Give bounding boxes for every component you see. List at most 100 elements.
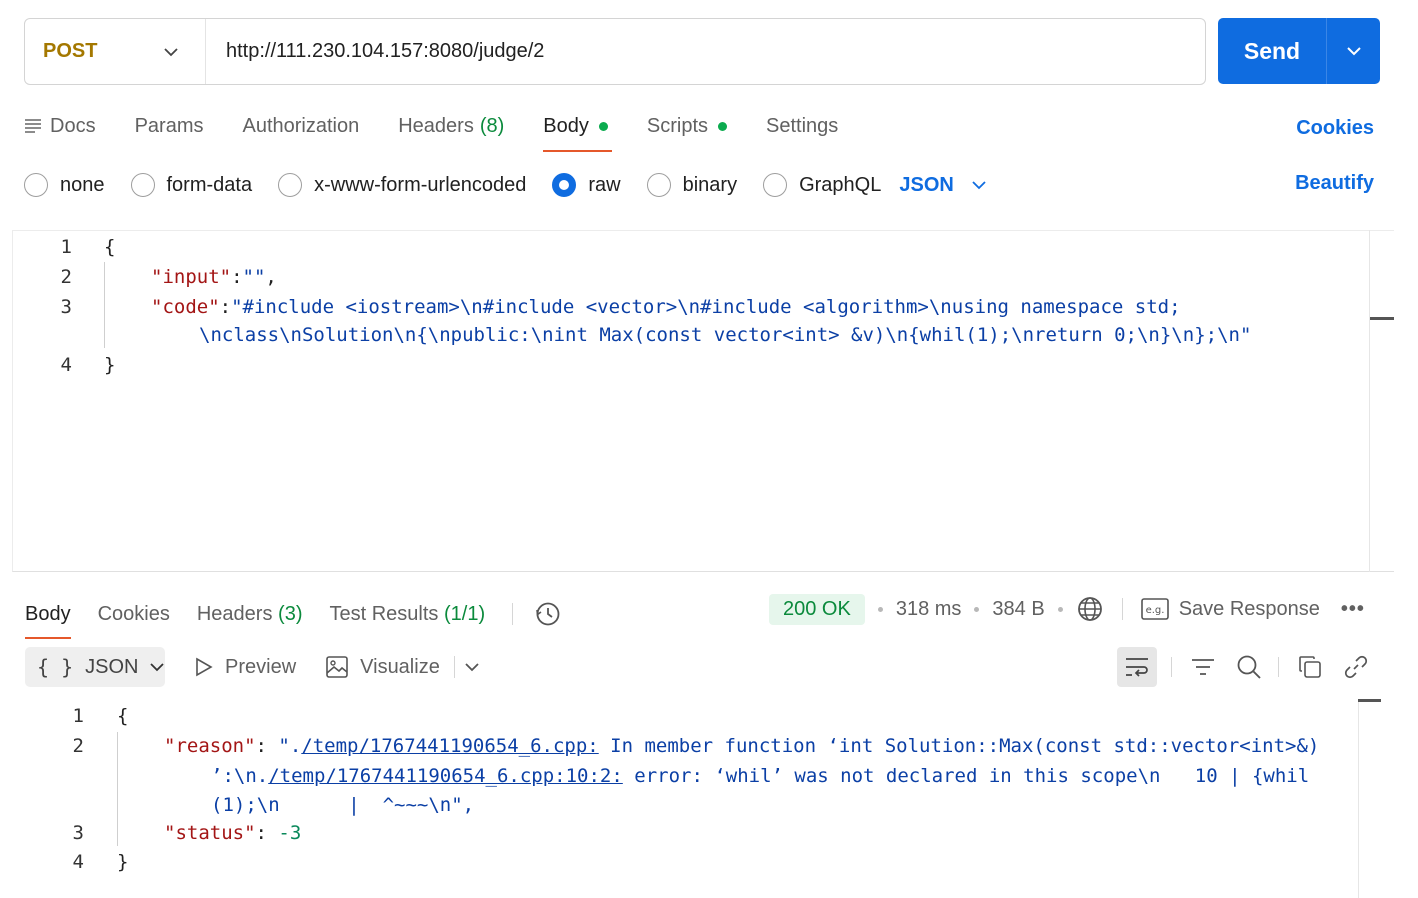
line-number: 3 [60, 296, 72, 318]
radio-urlencoded[interactable]: x-www-form-urlencoded [278, 173, 526, 197]
tab-docs[interactable]: Docs [24, 110, 96, 142]
tab-label: Settings [766, 114, 839, 137]
method-select[interactable]: POST [25, 19, 206, 84]
line-number: 1 [72, 705, 84, 727]
response-tabs: Body Cookies Headers (3) Test Results (1… [25, 594, 562, 639]
tab-test-results[interactable]: Test Results (1/1) [329, 603, 485, 626]
tab-params[interactable]: Params [135, 110, 204, 142]
docs-icon [25, 119, 41, 133]
line-number: 1 [60, 236, 72, 258]
url-bar: POST http://111.230.104.157:8080/judge/2 [24, 18, 1206, 85]
history-icon[interactable] [534, 600, 562, 628]
status-badge[interactable]: 200 OK [769, 593, 865, 625]
send-options-button[interactable] [1327, 18, 1380, 84]
cookies-link[interactable]: Cookies [1296, 117, 1374, 140]
test-results-count: (1/1) [443, 602, 486, 625]
response-scroll-marker[interactable] [1358, 699, 1381, 702]
editor-scroll-marker[interactable] [1370, 317, 1394, 320]
json-close-brace: } [117, 851, 129, 873]
radio-circle[interactable] [24, 173, 48, 197]
line-number: 3 [72, 822, 84, 844]
tab-scripts[interactable]: Scripts [647, 110, 728, 142]
divider [1171, 657, 1172, 677]
file-link[interactable]: /temp/1767441190654_6.cpp:10:2: [268, 765, 623, 787]
radio-raw[interactable]: raw [552, 173, 621, 197]
json-key: "status" [164, 822, 256, 844]
save-response-icon: e.g. [1140, 598, 1169, 620]
language-select[interactable]: JSON [899, 174, 986, 197]
json-string: ’:\n. [211, 765, 269, 787]
json-open-brace: { [117, 705, 129, 727]
code-close-brace: } [104, 354, 116, 376]
url-input[interactable]: http://111.230.104.157:8080/judge/2 [206, 40, 544, 63]
preview-button[interactable]: Preview [195, 656, 296, 679]
radio-label: form-data [166, 173, 253, 196]
radio-circle[interactable] [278, 173, 303, 197]
search-button[interactable] [1234, 652, 1264, 682]
response-time[interactable]: 318 ms [896, 598, 962, 621]
wrap-lines-button[interactable] [1117, 647, 1157, 687]
json-key: "reason" [164, 735, 256, 757]
radio-circle[interactable] [646, 173, 671, 197]
tab-response-cookies[interactable]: Cookies [98, 603, 170, 626]
radio-circle-checked[interactable] [552, 173, 577, 197]
tab-headers[interactable]: Headers (8) [398, 110, 504, 142]
response-scrollbar-track[interactable] [1358, 700, 1359, 898]
save-response-button[interactable]: Save Response [1179, 598, 1320, 621]
radio-circle[interactable] [130, 173, 155, 197]
radio-form-data[interactable]: form-data [130, 173, 253, 197]
filter-button[interactable] [1188, 652, 1218, 682]
tab-body[interactable]: Body [543, 110, 612, 152]
tab-label: Authorization [242, 114, 360, 137]
tab-authorization[interactable]: Authorization [242, 110, 359, 142]
scripts-indicator-dot [718, 121, 728, 131]
json-line-reason: "reason": "./temp/1767441190654_6.cpp: I… [164, 735, 1319, 757]
visualize-button[interactable]: Visualize [326, 656, 440, 679]
code-open-brace: { [104, 236, 116, 258]
divider [453, 656, 455, 678]
link-icon [1344, 655, 1368, 679]
send-label[interactable]: Send [1218, 18, 1327, 84]
separator-dot [877, 606, 883, 612]
request-tabs: Docs Params Authorization Headers (8) Bod… [24, 110, 877, 154]
beautify-button[interactable]: Beautify [1295, 172, 1374, 195]
tab-response-body[interactable]: Body [25, 603, 71, 639]
body-indicator-dot [598, 121, 608, 131]
tab-response-headers[interactable]: Headers (3) [197, 603, 303, 626]
headers-count: (3) [278, 602, 303, 625]
radio-none[interactable]: none [24, 173, 105, 197]
radio-graphql[interactable]: GraphQL [763, 173, 881, 197]
chevron-down-icon [972, 180, 986, 189]
json-colon: : [255, 822, 279, 844]
editor-scrollbar-track[interactable] [1369, 230, 1370, 572]
chevron-down-icon [164, 47, 178, 56]
code-line-input: "input":"", [151, 266, 277, 288]
json-line-reason-wrap: (1);\n | ^~~~\n", [211, 794, 475, 816]
format-select[interactable]: { } JSON [25, 647, 165, 687]
json-line-reason-wrap: ’:\n./temp/1767441190654_6.cpp:10:2: err… [211, 765, 1309, 787]
chevron-down-icon [1346, 47, 1361, 56]
response-tools [1117, 647, 1371, 687]
separator-dot [1057, 606, 1063, 612]
copy-button[interactable] [1295, 652, 1325, 682]
json-string: In member function ‘int Solution::Max(co… [598, 735, 1320, 757]
radio-circle[interactable] [763, 173, 788, 197]
response-toolbar: { } JSON Preview Visualize [25, 647, 479, 687]
separator-dot [974, 606, 980, 612]
json-string: "" [242, 266, 266, 288]
tab-label: Headers [398, 114, 474, 137]
send-button[interactable]: Send [1218, 18, 1380, 84]
file-link[interactable]: /temp/1767441190654_6.cpp: [301, 735, 598, 757]
json-string: "#include <iostream>\n#include <vector>\… [231, 296, 1181, 318]
tab-settings[interactable]: Settings [766, 110, 838, 142]
line-number: 4 [60, 354, 72, 376]
radio-label: none [60, 173, 105, 196]
radio-binary[interactable]: binary [646, 173, 737, 197]
chevron-down-icon[interactable] [465, 662, 479, 672]
globe-icon[interactable] [1076, 595, 1104, 623]
line-number: 2 [60, 266, 72, 288]
more-options-button[interactable]: ••• [1341, 598, 1365, 621]
tab-label: Body [543, 114, 589, 137]
link-button[interactable] [1341, 652, 1371, 682]
response-size[interactable]: 384 B [992, 598, 1044, 621]
